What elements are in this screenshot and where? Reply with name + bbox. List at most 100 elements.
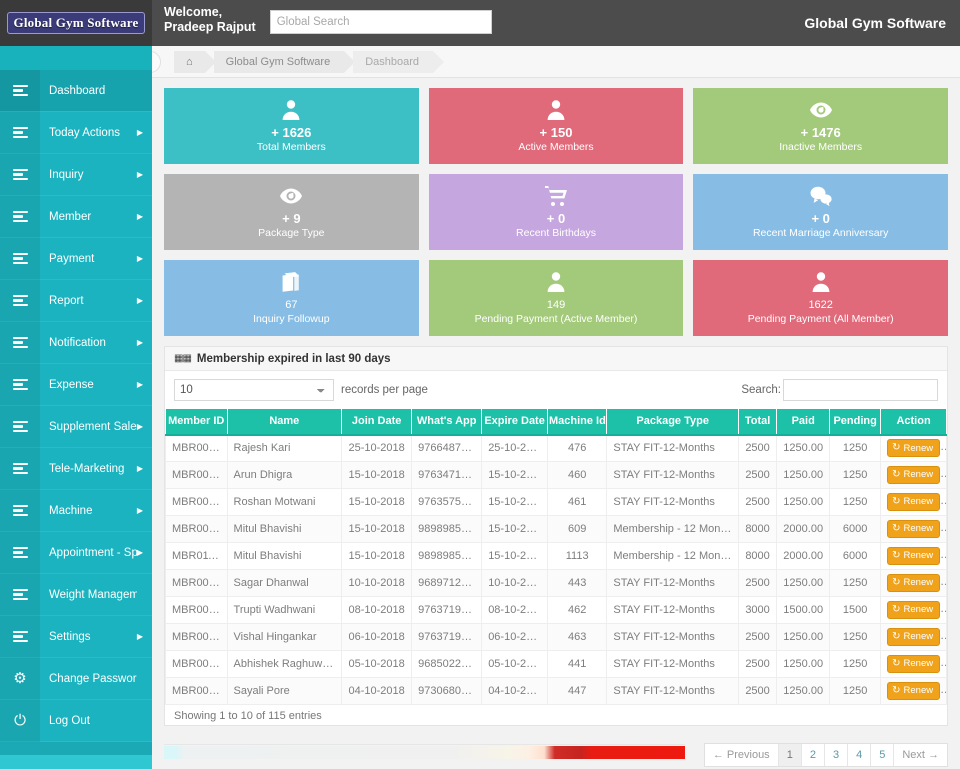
column-header-join-date[interactable]: Join Date (342, 409, 412, 435)
stat-card-inactive-members[interactable]: + 1476Inactive Members (693, 88, 948, 164)
gears-icon: ⚙ (0, 658, 40, 700)
lines-icon (0, 154, 40, 196)
column-header-what-s-app[interactable]: What's App (412, 409, 482, 435)
lines-icon (0, 574, 40, 616)
expired-membership-panel: ▦▦ Membership expired in last 90 days 10… (164, 346, 948, 726)
cell-whatsapp[interactable]: 9898985654 (412, 516, 482, 543)
breadcrumb-item-1[interactable]: Dashboard (353, 51, 433, 73)
sidebar-item-machine[interactable]: Machine▶ (0, 490, 152, 532)
sidebar-item-notification[interactable]: Notification▶ (0, 322, 152, 364)
sidebar-item-member[interactable]: Member▶ (0, 196, 152, 238)
pagination-2[interactable]: 2 (802, 744, 825, 766)
sidebar-item-supplement-sales[interactable]: Supplement Sales▶ (0, 406, 152, 448)
cell-whatsapp[interactable]: 9898985654 (412, 543, 482, 570)
stat-value: + 0 (811, 212, 829, 226)
sidebar-item-tele-marketing[interactable]: Tele-Marketing▶ (0, 448, 152, 490)
app-logo[interactable]: Global Gym Software (7, 12, 146, 34)
refresh-icon: ↻ (892, 686, 900, 696)
cell-machine-id: 447 (547, 678, 606, 705)
cell-whatsapp[interactable]: 9763719908 (412, 624, 482, 651)
records-per-page-select[interactable]: 102550100 (174, 379, 334, 401)
cart-icon (544, 184, 568, 208)
cell-package-type: STAY FIT-12-Months (607, 435, 739, 462)
horizontal-scrollbar-thumb[interactable] (164, 746, 685, 759)
sidebar-item-settings[interactable]: Settings▶ (0, 616, 152, 658)
renew-button[interactable]: ↻Renew (887, 655, 940, 673)
renew-button[interactable]: ↻Renew (887, 439, 940, 457)
renew-button[interactable]: ↻Renew (887, 628, 940, 646)
cell-whatsapp[interactable]: 9689712121 (412, 570, 482, 597)
sidebar-item-inquiry[interactable]: Inquiry▶ (0, 154, 152, 196)
cell-join-date: 15-10-2018 (342, 516, 412, 543)
renew-button[interactable]: ↻Renew (887, 493, 940, 511)
breadcrumb-item-0[interactable]: Global Gym Software (214, 51, 345, 73)
table-header-row: Member IDNameJoin DateWhat's AppExpire D… (166, 409, 947, 435)
renew-button-label: Renew (904, 497, 934, 507)
cell-package-type: Membership - 12 Months (607, 516, 739, 543)
sidebar-item-dashboard[interactable]: Dashboard▶ (0, 70, 152, 112)
renew-button[interactable]: ↻Renew (887, 574, 940, 592)
column-header-paid[interactable]: Paid (777, 409, 830, 435)
cell-whatsapp[interactable]: 9763575253 (412, 489, 482, 516)
cell-whatsapp[interactable]: 9763471861 (412, 462, 482, 489)
column-header-package-type[interactable]: Package Type (607, 409, 739, 435)
column-header-expire-date[interactable]: Expire Date (482, 409, 548, 435)
cell-whatsapp[interactable]: 9685022321 (412, 651, 482, 678)
stat-card-pending-payment-active-member[interactable]: 149Pending Payment (Active Member) (429, 260, 684, 336)
sidebar-item-label: Appointment - Spa (40, 547, 137, 559)
column-header-action[interactable]: Action (881, 409, 947, 435)
stat-card-inquiry-followup[interactable]: 67Inquiry Followup (164, 260, 419, 336)
cell-whatsapp[interactable]: 9730680344 (412, 678, 482, 705)
stat-label: Pending Payment (All Member) (748, 313, 894, 326)
renew-button-label: Renew (904, 470, 934, 480)
column-header-member-id[interactable]: Member ID (166, 409, 228, 435)
renew-button[interactable]: ↻Renew (887, 466, 940, 484)
pagination-next[interactable]: Next → (894, 744, 947, 766)
stat-label: Total Members (257, 141, 326, 154)
sidebar-item-label: Member (40, 211, 137, 223)
cell-paid: 2000.00 (777, 516, 830, 543)
cell-whatsapp[interactable]: 9766487236 (412, 435, 482, 462)
grid-icon: ▦▦ (174, 353, 191, 364)
sidebar-item-weight-management[interactable]: Weight Management▶ (0, 574, 152, 616)
stat-card-recent-marriage-anniversary[interactable]: + 0Recent Marriage Anniversary (693, 174, 948, 250)
sidebar-item-appointment-spa[interactable]: Appointment - Spa▶ (0, 532, 152, 574)
pagination-1[interactable]: 1 (779, 744, 802, 766)
stat-card-recent-birthdays[interactable]: + 0Recent Birthdays (429, 174, 684, 250)
breadcrumb-bar: ‹ ⌂ Global Gym SoftwareDashboard (152, 46, 960, 78)
sidebar-item-log-out[interactable]: ⏻Log Out▶ (0, 700, 152, 742)
user-icon (279, 98, 303, 122)
sidebar-item-expense[interactable]: Expense▶ (0, 364, 152, 406)
cell-expire-date: 10-10-2018 (482, 570, 548, 597)
pagination-previous[interactable]: ← Previous (705, 744, 779, 766)
stat-card-pending-payment-all-member[interactable]: 1622Pending Payment (All Member) (693, 260, 948, 336)
global-search-input[interactable] (270, 10, 492, 34)
pagination-4[interactable]: 4 (848, 744, 871, 766)
renew-button[interactable]: ↻Renew (887, 520, 940, 538)
sidebar-item-change-password[interactable]: ⚙Change Password▶ (0, 658, 152, 700)
column-header-total[interactable]: Total (738, 409, 776, 435)
sidebar-item-payment[interactable]: Payment▶ (0, 238, 152, 280)
renew-button[interactable]: ↻Renew (887, 601, 940, 619)
stat-card-package-type[interactable]: + 9Package Type (164, 174, 419, 250)
cell-machine-id: 461 (547, 489, 606, 516)
pagination-3[interactable]: 3 (825, 744, 848, 766)
column-header-machine-id[interactable]: Machine Id (547, 409, 606, 435)
column-header-pending[interactable]: Pending (830, 409, 881, 435)
cell-package-type: STAY FIT-12-Months (607, 462, 739, 489)
renew-button[interactable]: ↻Renew (887, 547, 940, 565)
sidebar-item-report[interactable]: Report▶ (0, 280, 152, 322)
cell-whatsapp[interactable]: 9763719907 (412, 597, 482, 624)
stat-card-active-members[interactable]: + 150Active Members (429, 88, 684, 164)
sidebar-item-today-actions[interactable]: Today Actions▶ (0, 112, 152, 154)
breadcrumb-home-icon[interactable]: ⌂ (174, 51, 205, 73)
chevron-right-icon: ▶ (137, 338, 152, 347)
renew-button-label: Renew (904, 686, 934, 696)
renew-button[interactable]: ↻ Renew (887, 682, 940, 700)
stat-card-total-members[interactable]: + 1626Total Members (164, 88, 419, 164)
column-header-name[interactable]: Name (227, 409, 342, 435)
chevron-right-icon: ▶ (137, 506, 152, 515)
table-search-input[interactable] (783, 379, 938, 401)
pagination-5[interactable]: 5 (871, 744, 894, 766)
horizontal-scrollbar[interactable] (164, 744, 685, 759)
